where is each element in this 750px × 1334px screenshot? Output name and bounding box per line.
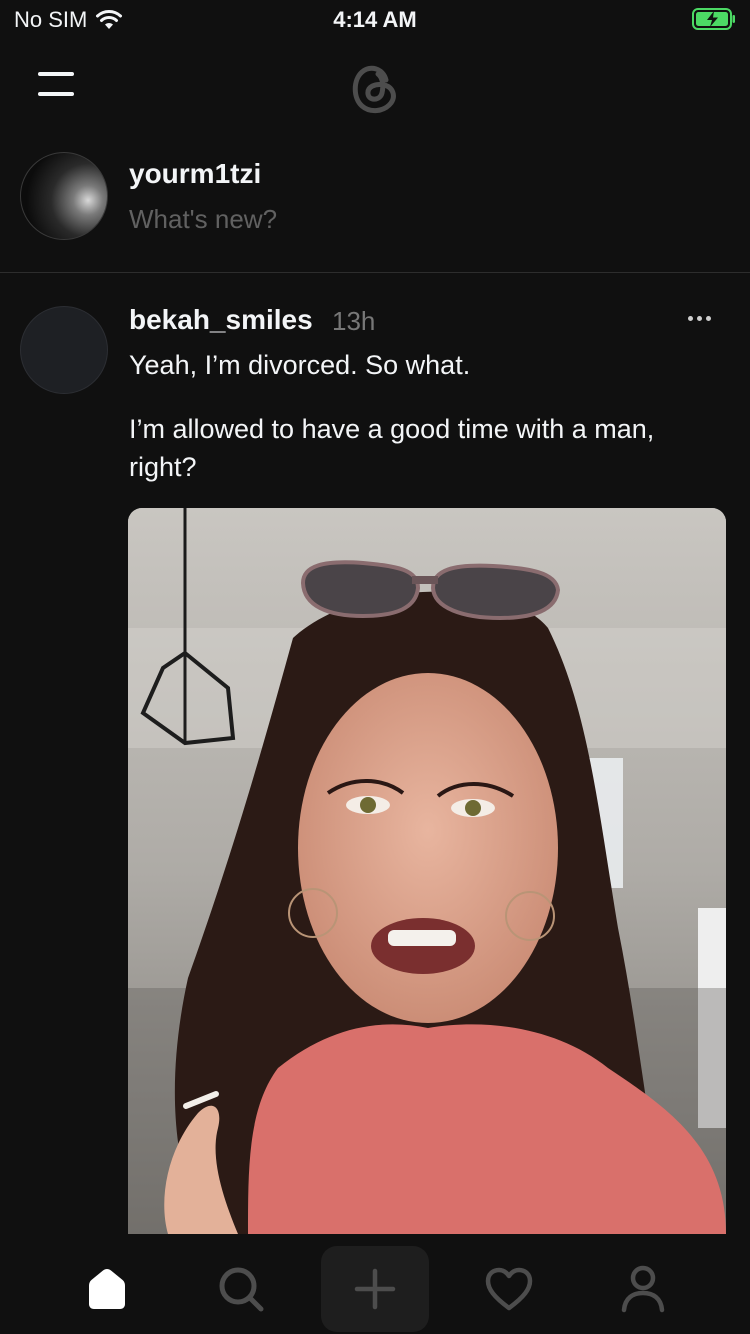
status-bar: No SIM 4:14 AM <box>0 0 750 40</box>
post-timestamp: 13h <box>332 306 376 336</box>
home-icon <box>89 1269 125 1309</box>
avatar[interactable] <box>20 152 108 240</box>
tab-profile[interactable] <box>589 1246 697 1332</box>
post-text-line-2: I’m allowed to have a good time with a m… <box>129 414 655 482</box>
tab-search[interactable] <box>187 1246 295 1332</box>
tab-compose[interactable] <box>321 1246 429 1332</box>
person-icon <box>621 1265 665 1313</box>
tab-bar <box>0 1236 750 1334</box>
photo-illustration <box>128 508 726 1234</box>
top-bar <box>0 48 750 128</box>
composer[interactable]: yourm1tzi What's new? <box>0 150 750 272</box>
status-time: 4:14 AM <box>333 7 417 32</box>
heart-icon <box>485 1267 533 1311</box>
post-text-line-1: Yeah, I’m divorced. So what. <box>129 350 471 380</box>
search-icon <box>219 1267 264 1312</box>
tab-activity[interactable] <box>455 1246 563 1332</box>
threads-logo-icon[interactable] <box>340 54 408 122</box>
post-avatar[interactable] <box>20 306 108 394</box>
more-dots-icon[interactable] <box>688 316 711 321</box>
composer-input[interactable]: What's new? <box>129 204 277 235</box>
composer-username: yourm1tzi <box>129 158 262 189</box>
battery-charging-icon <box>692 8 735 30</box>
divider <box>0 272 750 273</box>
post-photo[interactable] <box>128 508 726 1234</box>
hamburger-menu-icon[interactable] <box>38 72 74 100</box>
plus-icon <box>354 1268 396 1310</box>
post-username[interactable]: bekah_smiles <box>129 304 313 336</box>
tab-home[interactable] <box>53 1246 161 1332</box>
